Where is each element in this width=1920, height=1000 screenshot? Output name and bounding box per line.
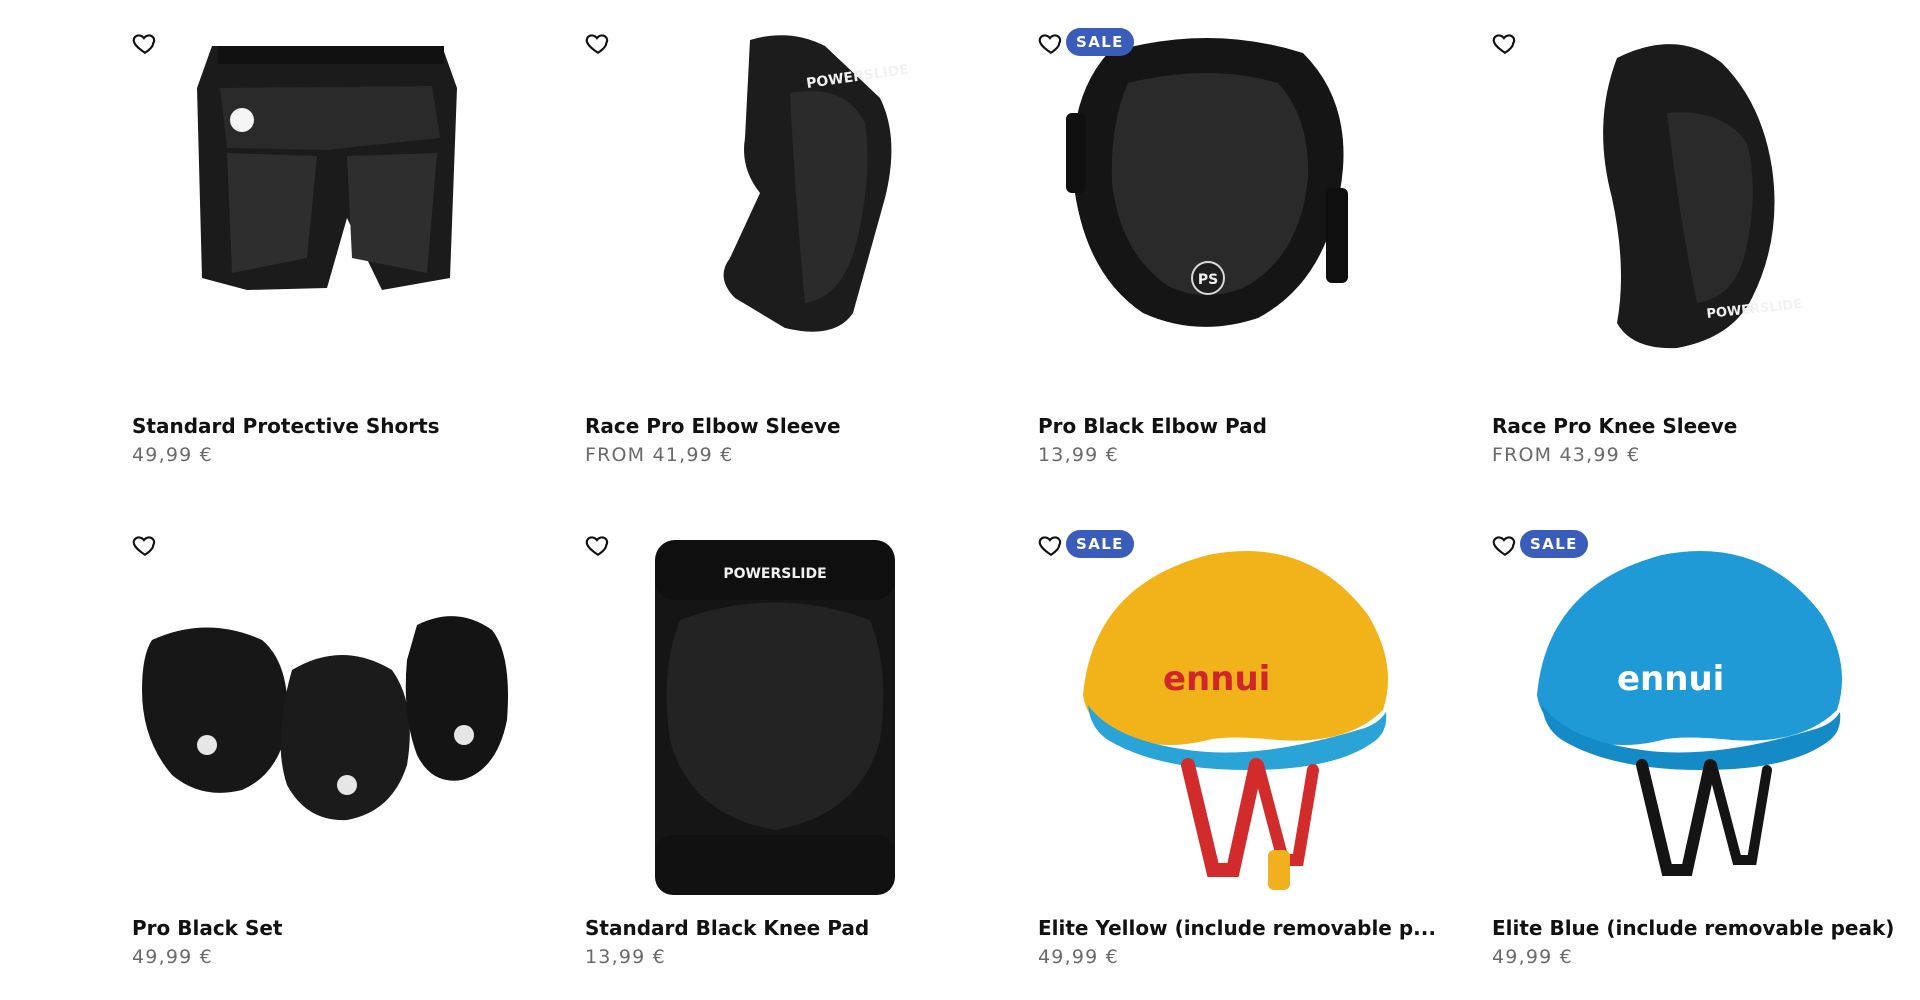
favorite-button[interactable]	[1038, 30, 1064, 56]
product-price: 49,99 €	[1038, 946, 1119, 968]
favorite-button[interactable]	[132, 30, 158, 56]
product-image[interactable]	[132, 530, 552, 920]
sale-badge: SALE	[1520, 530, 1588, 558]
product-image[interactable]	[132, 28, 552, 418]
product-image[interactable]: POWERSLIDE	[1492, 28, 1912, 418]
favorite-button[interactable]	[585, 30, 611, 56]
product-card[interactable]: POWERSLIDE Race Pro Elbow Sleeve FROM 41…	[585, 28, 1005, 498]
product-image[interactable]: ennui	[1038, 530, 1458, 920]
product-title[interactable]: Pro Black Elbow Pad	[1038, 414, 1458, 438]
product-card[interactable]: POWERSLIDE Standard Black Knee Pad 13,99…	[585, 530, 1005, 1000]
sale-badge: SALE	[1066, 28, 1134, 56]
product-title[interactable]: Standard Protective Shorts	[132, 414, 552, 438]
product-image[interactable]: ennui	[1492, 530, 1912, 920]
product-title[interactable]: Standard Black Knee Pad	[585, 916, 1005, 940]
product-price: 49,99 €	[132, 444, 213, 466]
heart-outline-icon	[1492, 34, 1516, 55]
product-image[interactable]: POWERSLIDE	[585, 28, 1005, 418]
heart-outline-icon	[585, 536, 609, 557]
product-title[interactable]: Elite Blue (include removable peak)	[1492, 916, 1912, 940]
heart-outline-icon	[1492, 536, 1516, 557]
ennui-logo: ennui	[1163, 659, 1270, 699]
heart-outline-icon	[132, 34, 156, 55]
product-title[interactable]: Race Pro Elbow Sleeve	[585, 414, 1005, 438]
ps-logo: PS	[1198, 272, 1218, 288]
heart-outline-icon	[132, 536, 156, 557]
ennui-logo: ennui	[1617, 659, 1724, 699]
favorite-button[interactable]	[1492, 30, 1518, 56]
heart-outline-icon	[1038, 536, 1062, 557]
product-price: 49,99 €	[1492, 946, 1573, 968]
product-price: 13,99 €	[1038, 444, 1119, 466]
product-card[interactable]: PS SALE Pro Black Elbow Pad 13,99 €	[1038, 28, 1458, 498]
product-price: 13,99 €	[585, 946, 666, 968]
product-card[interactable]: ennui SALE Elite Yellow (include removab…	[1038, 530, 1458, 1000]
product-price: FROM 43,99 €	[1492, 444, 1641, 466]
favorite-button[interactable]	[1038, 532, 1064, 558]
product-title[interactable]: Elite Yellow (include removable p...	[1038, 916, 1458, 940]
sale-badge: SALE	[1066, 530, 1134, 558]
product-price: 49,99 €	[132, 946, 213, 968]
favorite-button[interactable]	[132, 532, 158, 558]
product-card[interactable]: Pro Black Set 49,99 €	[132, 530, 552, 1000]
product-image[interactable]: PS	[1038, 28, 1458, 418]
powerslide-logo: POWERSLIDE	[723, 566, 826, 582]
heart-outline-icon	[1038, 34, 1062, 55]
favorite-button[interactable]	[1492, 532, 1518, 558]
product-price: FROM 41,99 €	[585, 444, 734, 466]
product-title[interactable]: Pro Black Set	[132, 916, 552, 940]
product-image[interactable]: POWERSLIDE	[585, 530, 1005, 920]
product-card[interactable]: POWERSLIDE Race Pro Knee Sleeve FROM 43,…	[1492, 28, 1912, 498]
product-card[interactable]: Standard Protective Shorts 49,99 €	[132, 28, 552, 498]
heart-outline-icon	[585, 34, 609, 55]
product-card[interactable]: ennui SALE Elite Blue (include removable…	[1492, 530, 1912, 1000]
product-title[interactable]: Race Pro Knee Sleeve	[1492, 414, 1912, 438]
favorite-button[interactable]	[585, 532, 611, 558]
